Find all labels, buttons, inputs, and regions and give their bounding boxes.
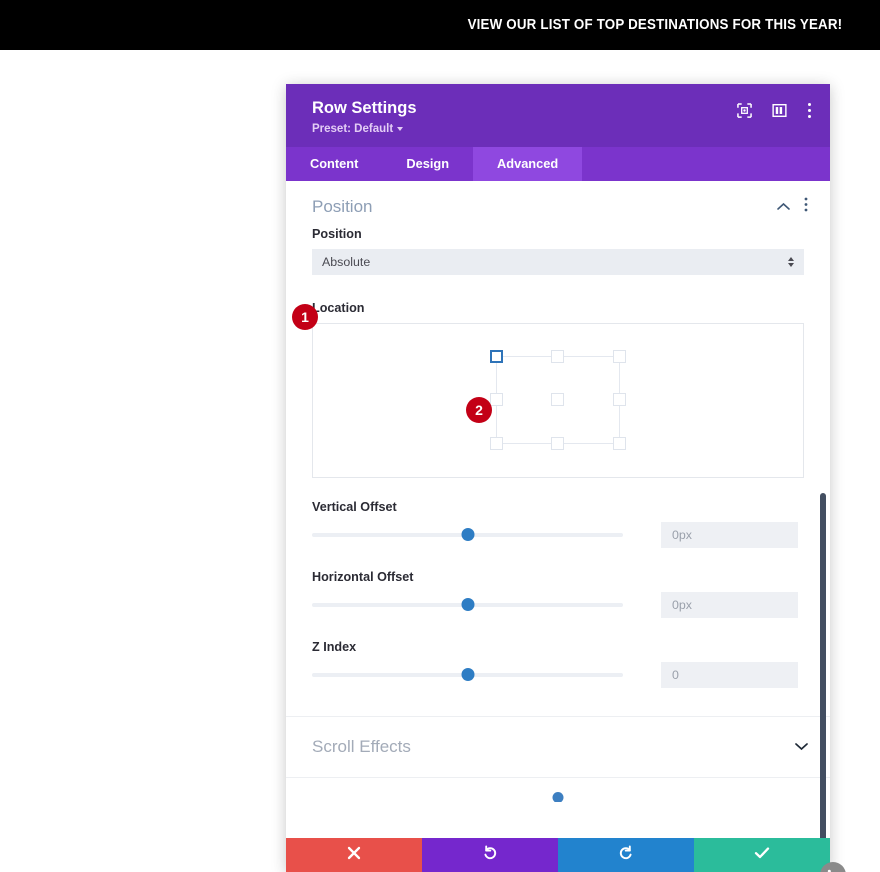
vertical-offset-input[interactable] [661,521,798,548]
tab-design[interactable]: Design [382,147,473,181]
layout-panel-icon[interactable] [772,103,787,118]
vertical-offset-label: Vertical Offset [312,499,397,514]
location-picker[interactable] [312,322,804,478]
position-section-title: Position [312,196,373,216]
location-cell-middle-right[interactable] [613,393,626,407]
cancel-button[interactable] [286,838,422,872]
peek-handle-dot [552,791,564,802]
position-select-value: Absolute [322,254,371,269]
modal-header-titles: Row Settings Preset: Default [312,98,417,135]
modal-tabs: Content Design Advanced [286,146,830,181]
undo-button[interactable] [422,838,558,872]
location-field-label: Location [312,300,365,315]
chevron-down-icon[interactable] [795,738,808,756]
focus-target-icon[interactable] [737,103,752,118]
location-cell-top-left[interactable] [490,350,503,364]
modal-header: Row Settings Preset: Default [286,84,830,147]
tab-design-label: Design [406,156,450,172]
horizontal-offset-input[interactable] [661,591,798,618]
checkmark-icon [754,846,770,865]
redo-button[interactable] [558,838,694,872]
vertical-offset-slider[interactable] [312,526,623,544]
scroll-effects-title: Scroll Effects [312,736,411,756]
tab-content-label: Content [310,156,359,172]
horizontal-offset-label: Horizontal Offset [312,569,414,584]
page-title: Row Settings [312,99,417,117]
z-index-input[interactable] [661,661,798,688]
tab-content[interactable]: Content [286,147,382,181]
chevron-up-icon[interactable] [777,198,790,216]
kebab-menu-icon[interactable] [807,102,812,119]
announcement-bar: VIEW OUR LIST OF TOP DESTINATIONS FOR TH… [0,0,880,50]
tab-advanced-label: Advanced [497,156,559,172]
horizontal-offset-field: Horizontal Offset [286,570,830,584]
save-button[interactable] [694,838,830,872]
scroll-effects-section-header[interactable]: Scroll Effects [286,717,830,777]
vertical-offset-row [286,521,830,548]
undo-arrow-icon [482,844,498,866]
location-cell-top-center[interactable] [551,350,564,364]
horizontal-offset-slider[interactable] [312,596,623,614]
position-field: Position Absolute [286,227,830,275]
location-cell-middle-left[interactable] [490,393,503,407]
position-section-header: Position [286,181,830,227]
tab-advanced[interactable]: Advanced [473,146,583,181]
preset-selector[interactable]: Preset: Default [312,123,417,135]
diagonal-resize-icon [827,869,831,872]
row-settings-modal: Row Settings Preset: Default Content Des… [286,84,846,872]
next-section-peek [286,778,830,802]
modal-header-icons [737,98,812,119]
horizontal-offset-row [286,591,830,618]
location-cell-bottom-right[interactable] [613,437,626,451]
redo-arrow-icon [618,844,634,866]
preset-label: Preset: Default [312,122,394,135]
z-index-slider[interactable] [312,666,623,684]
z-index-label: Z Index [312,639,357,654]
location-cell-bottom-center[interactable] [551,437,564,451]
z-index-slider-handle[interactable] [461,668,474,682]
modal-footer [286,838,830,872]
z-index-field: Z Index [286,640,830,654]
chevron-down-icon [397,126,404,131]
position-field-label: Position [312,226,362,241]
location-cell-bottom-left[interactable] [490,437,503,451]
position-section-tools [777,197,808,217]
horizontal-offset-slider-handle[interactable] [461,598,474,612]
location-cell-middle-center[interactable] [551,393,564,407]
location-field: Location [286,301,830,478]
announcement-text: VIEW OUR LIST OF TOP DESTINATIONS FOR TH… [467,17,842,33]
location-cell-top-right[interactable] [613,350,626,364]
location-grid [490,350,626,451]
section-kebab-menu-icon[interactable] [804,197,808,217]
z-index-row [286,661,830,688]
position-select[interactable]: Absolute [312,248,804,275]
modal-body: Position Position Absolute Location Vert… [286,180,830,838]
modal-scrollbar[interactable] [820,492,826,838]
vertical-offset-slider-handle[interactable] [461,528,474,542]
page-canvas: Row Settings Preset: Default Content Des… [0,50,880,872]
close-x-icon [347,846,361,865]
select-stepper-arrows-icon [788,256,794,267]
vertical-offset-field: Vertical Offset [286,500,830,514]
